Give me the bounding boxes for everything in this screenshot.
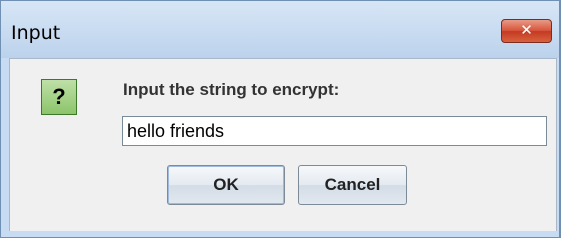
- window-bottom-border: [1, 231, 559, 237]
- close-icon: ✕: [520, 21, 533, 39]
- dialog-content: ? Input the string to encrypt: OK Cancel: [9, 58, 557, 233]
- cancel-button[interactable]: Cancel: [298, 165, 407, 205]
- prompt-label: Input the string to encrypt:: [123, 80, 340, 99]
- title-bar[interactable]: Input ✕: [1, 1, 559, 58]
- window-title: Input: [11, 22, 61, 44]
- input-dialog-window: Input ✕ ? Input the string to encrypt: O…: [0, 0, 561, 238]
- close-button[interactable]: ✕: [501, 19, 552, 43]
- question-icon: ?: [41, 79, 77, 115]
- ok-button[interactable]: OK: [167, 165, 285, 205]
- string-input[interactable]: [122, 116, 547, 146]
